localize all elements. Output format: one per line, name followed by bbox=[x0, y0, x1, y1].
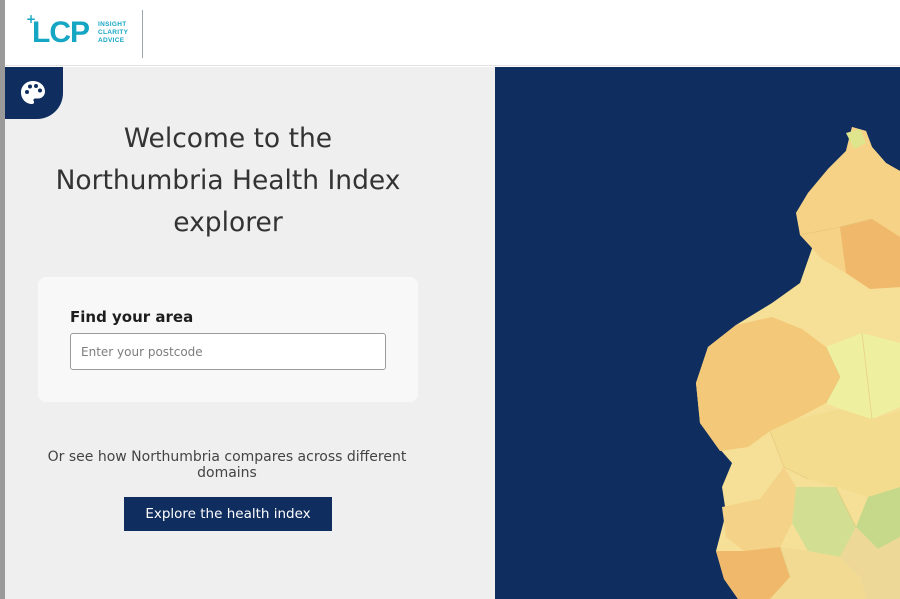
palette-icon bbox=[21, 81, 45, 104]
compare-text: Or see how Northumbria compares across d… bbox=[47, 449, 407, 481]
logo-divider bbox=[142, 10, 143, 58]
explore-health-index-button[interactable]: Explore the health index bbox=[124, 497, 332, 531]
top-header-bar: + LCP INSIGHT CLARITY ADVICE bbox=[0, 0, 900, 66]
postcode-input[interactable] bbox=[70, 333, 386, 370]
lcp-logo[interactable]: + LCP INSIGHT CLARITY ADVICE bbox=[24, 10, 146, 58]
logo-wordmark: LCP bbox=[32, 16, 90, 49]
find-area-card: Find your area bbox=[38, 277, 418, 402]
welcome-heading-line: Northumbria Health Index bbox=[55, 165, 401, 196]
theme-toggle-button[interactable] bbox=[5, 67, 63, 119]
logo-tagline-line: ADVICE bbox=[98, 37, 125, 44]
welcome-heading-line: explorer bbox=[173, 207, 283, 238]
logo-tagline: INSIGHT CLARITY ADVICE bbox=[98, 21, 128, 45]
welcome-heading-line: Welcome to the bbox=[123, 123, 333, 154]
welcome-heading: Welcome to the Northumbria Health Index … bbox=[20, 118, 436, 244]
find-area-title: Find your area bbox=[70, 308, 194, 326]
logo-tagline-line: INSIGHT bbox=[98, 21, 127, 28]
logo-tagline-line: CLARITY bbox=[98, 29, 129, 36]
